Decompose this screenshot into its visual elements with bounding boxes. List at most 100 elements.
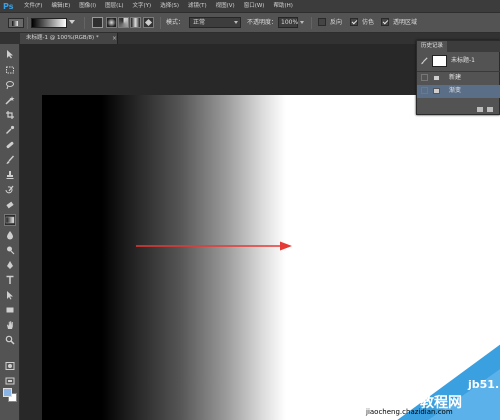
- dither-checkbox[interactable]: [350, 18, 358, 26]
- healing-brush-tool[interactable]: [4, 139, 16, 151]
- dither-label: 仿色: [362, 19, 375, 26]
- brush-tool[interactable]: [4, 154, 16, 166]
- angle-gradient-button[interactable]: [118, 17, 129, 28]
- photoshop-window: Ps 文件(F) 编辑(E) 图像(I) 图层(L) 文字(Y) 选择(S) 滤…: [0, 0, 500, 420]
- menu-edit[interactable]: 编辑(E): [51, 0, 70, 12]
- clone-stamp-tool[interactable]: [4, 169, 16, 181]
- screen-mode-button[interactable]: [4, 375, 16, 387]
- history-step[interactable]: 新建: [417, 72, 500, 85]
- quick-select-tool[interactable]: [4, 94, 16, 106]
- menu-window[interactable]: 窗口(W): [244, 0, 265, 12]
- history-panel-footer: [417, 103, 500, 116]
- create-snapshot-icon[interactable]: [487, 107, 493, 112]
- mode-label: 模式：: [166, 19, 185, 26]
- radial-gradient-button[interactable]: [106, 17, 117, 28]
- pen-icon: [7, 261, 13, 269]
- history-panel-tabbar: 历史记录: [417, 41, 500, 52]
- marquee-icon: [6, 66, 14, 74]
- menu-help[interactable]: 帮助(H): [273, 0, 292, 12]
- eyedropper-icon: [6, 125, 15, 134]
- drag-direction-arrow-icon: [136, 241, 292, 251]
- gradient-tool[interactable]: [4, 214, 16, 226]
- arrow-cursor-icon: [7, 291, 13, 300]
- tool-preset-picker[interactable]: [8, 18, 24, 28]
- eraser-tool[interactable]: [4, 199, 16, 211]
- document-tab[interactable]: 未标题-1 @ 100%(RGB/8) *: [20, 33, 118, 44]
- eyedropper-tool[interactable]: [4, 124, 16, 136]
- move-icon: [7, 50, 13, 59]
- transparency-checkbox[interactable]: [381, 18, 389, 26]
- zoom-tool[interactable]: [4, 334, 16, 346]
- eraser-icon: [6, 201, 14, 209]
- mode-value: 正常: [193, 19, 206, 26]
- crop-icon: [6, 111, 14, 119]
- history-brush-icon: [5, 185, 14, 194]
- menu-type[interactable]: 文字(Y): [133, 0, 152, 12]
- history-brush-source-icon: [421, 57, 428, 65]
- opacity-field[interactable]: 100%: [278, 17, 298, 28]
- options-divider: [160, 17, 161, 29]
- opacity-label: 不透明度：: [247, 19, 278, 26]
- zoom-icon: [5, 335, 15, 345]
- menu-layer[interactable]: 图层(L): [105, 0, 123, 12]
- gradient-picker-chevron-icon[interactable]: [69, 20, 75, 24]
- reverse-label: 反向: [330, 19, 343, 26]
- reflected-gradient-button[interactable]: [130, 17, 141, 28]
- brush-icon: [6, 155, 15, 164]
- history-snapshot[interactable]: 未标题-1: [417, 53, 500, 70]
- history-brush-source-box[interactable]: [421, 74, 428, 81]
- tab-history[interactable]: 历史记录: [417, 41, 448, 52]
- menu-file[interactable]: 文件(F): [24, 0, 42, 12]
- menu-select[interactable]: 选择(S): [160, 0, 179, 12]
- gradient-step-icon: [433, 88, 440, 94]
- crop-tool[interactable]: [4, 109, 16, 121]
- quick-mask-icon: [5, 362, 15, 370]
- menu-filter[interactable]: 滤镜(T): [188, 0, 207, 12]
- options-divider: [311, 17, 312, 29]
- bandage-icon: [6, 141, 14, 149]
- hand-tool[interactable]: [4, 319, 16, 331]
- blur-tool[interactable]: [4, 229, 16, 241]
- stamp-icon: [6, 171, 14, 179]
- app-logo: Ps: [3, 1, 14, 11]
- history-step-label: 渐变: [449, 87, 462, 94]
- options-divider: [84, 17, 85, 29]
- gradient-icon: [5, 216, 15, 224]
- document-icon: [433, 75, 440, 81]
- dodge-tool[interactable]: [4, 244, 16, 256]
- menu-view[interactable]: 视图(V): [216, 0, 235, 12]
- path-selection-tool[interactable]: [4, 289, 16, 301]
- marquee-tool[interactable]: [4, 64, 16, 76]
- mode-select[interactable]: 正常: [189, 17, 241, 28]
- watermark-url: jiaocheng.chazidian.com: [366, 408, 453, 416]
- close-icon[interactable]: ×: [112, 33, 117, 44]
- options-divider: [27, 17, 28, 29]
- menu-list: 文件(F) 编辑(E) 图像(I) 图层(L) 文字(Y) 选择(S) 滤镜(T…: [24, 0, 302, 12]
- rectangle-icon: [6, 307, 14, 313]
- lasso-icon: [6, 81, 14, 90]
- snapshot-thumbnail: [432, 55, 447, 67]
- diamond-gradient-button[interactable]: [143, 17, 154, 28]
- type-icon: [6, 275, 14, 284]
- quick-mask-button[interactable]: [4, 360, 16, 372]
- toolbox: [0, 44, 20, 420]
- document-title: 未标题-1 @ 100%(RGB/8) *: [26, 35, 99, 41]
- opacity-value: 100%: [281, 19, 299, 26]
- move-tool[interactable]: [4, 48, 16, 60]
- history-brush-source-box[interactable]: [421, 87, 428, 94]
- gradient-preview[interactable]: [31, 18, 67, 28]
- pen-tool[interactable]: [4, 259, 16, 271]
- lasso-tool[interactable]: [4, 79, 16, 91]
- opacity-chevron-icon[interactable]: [300, 21, 304, 24]
- magic-wand-icon: [5, 96, 15, 105]
- linear-gradient-button[interactable]: [92, 17, 103, 28]
- menu-image[interactable]: 图像(I): [79, 0, 96, 12]
- new-document-from-state-icon[interactable]: [477, 107, 483, 112]
- foreground-color-swatch[interactable]: [3, 388, 12, 397]
- transparency-label: 透明区域: [393, 19, 418, 26]
- reverse-checkbox[interactable]: [318, 18, 326, 26]
- history-brush-tool[interactable]: [4, 184, 16, 196]
- history-step-selected[interactable]: 渐变: [417, 85, 500, 98]
- type-tool[interactable]: [4, 274, 16, 286]
- shape-tool[interactable]: [4, 304, 16, 316]
